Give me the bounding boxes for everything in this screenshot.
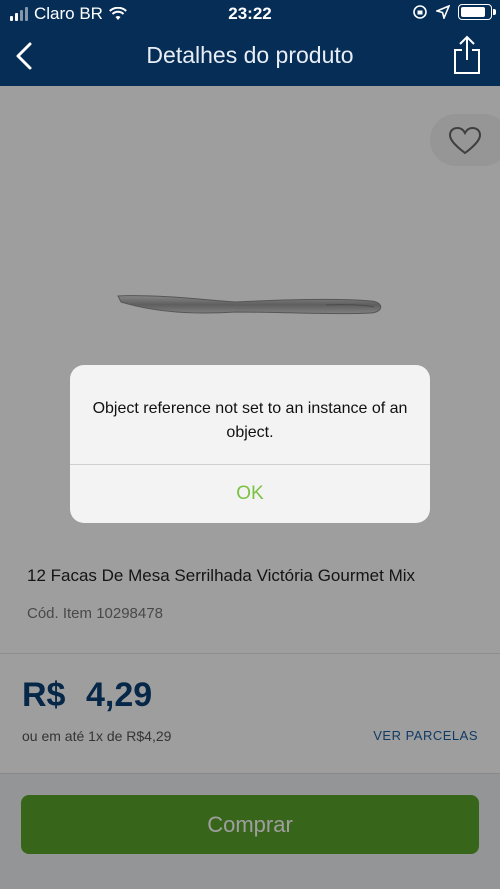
alert-ok-button[interactable]: OK bbox=[70, 465, 430, 523]
status-bar: Claro BR 23:22 bbox=[0, 0, 500, 28]
status-right bbox=[412, 4, 496, 20]
alert-message: Object reference not set to an instance … bbox=[92, 400, 408, 441]
battery-fill bbox=[461, 7, 485, 17]
battery-icon bbox=[458, 4, 496, 20]
share-icon[interactable] bbox=[452, 34, 482, 76]
page-title: Detalhes do produto bbox=[146, 42, 354, 68]
location-icon bbox=[436, 5, 450, 19]
error-alert: Object reference not set to an instance … bbox=[70, 365, 430, 523]
nav-bar: Detalhes do produto bbox=[0, 28, 500, 86]
lock-rotation-icon bbox=[413, 5, 427, 19]
